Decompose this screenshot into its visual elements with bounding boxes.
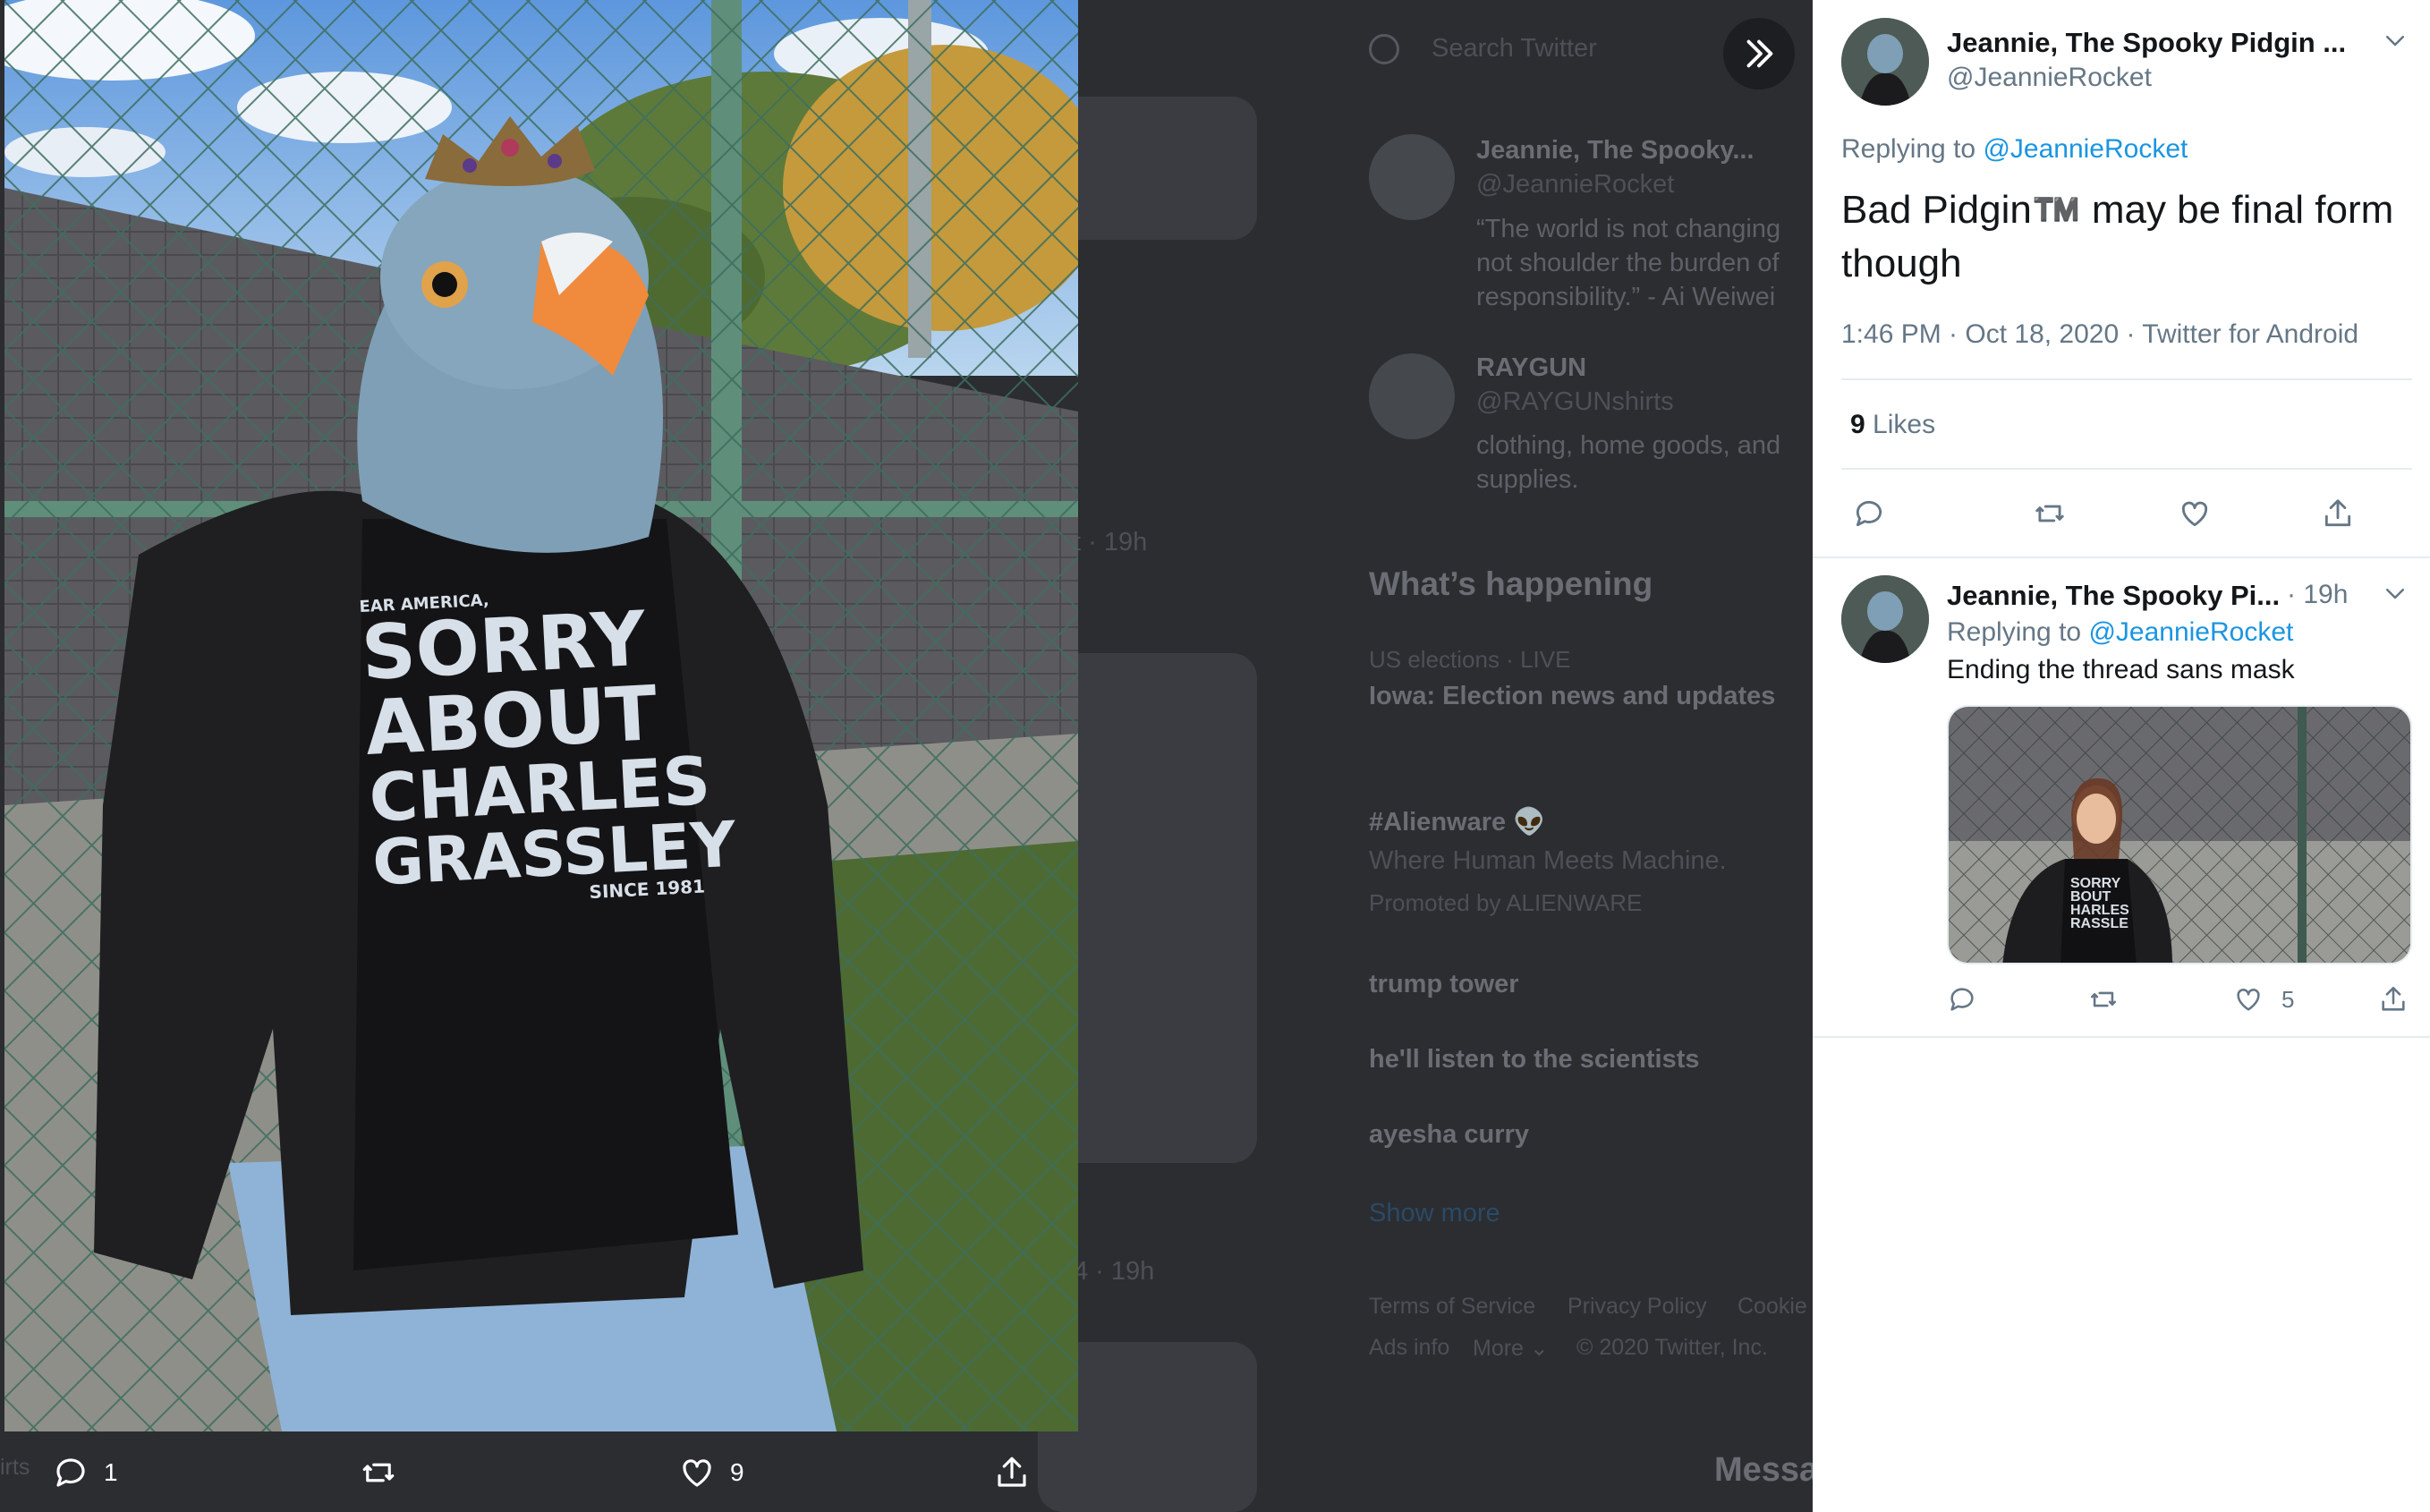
reply-count: 1 [104,1458,118,1486]
retweet-button[interactable] [2033,497,2067,531]
reply-button[interactable]: 1 [52,1448,118,1498]
replying-to: Replying to @JeannieRocket [1947,617,2293,648]
follow-suggestion-handle: @RAYGUNshirts [1476,387,1674,416]
retweet-icon [2090,991,2117,1007]
follow-suggestion-bio: clothing, home goods, and [1476,431,1781,460]
like-button[interactable]: 5 [2233,984,2294,1015]
likes-count: 9 [1850,410,1865,439]
avatar[interactable] [1841,18,1929,106]
reply-media-photo[interactable]: SORRY BOUT HARLES RASSLE [1947,705,2412,964]
trend-title[interactable]: #Alienware 👽 [1369,807,1545,837]
trend-title[interactable]: he'll listen to the scientists [1369,1045,1699,1075]
reply-button[interactable] [1947,984,1977,1015]
shirt-line: RASSLE [2070,916,2128,931]
timeline-meta: 4 · 19h [1074,1257,1155,1286]
search-icon [1369,34,1399,64]
trend-context: US elections · LIVE [1369,646,1571,673]
footer-link[interactable]: Cookie [1738,1294,1807,1320]
whats-happening-title: What’s happening [1369,565,1653,602]
share-button[interactable] [2378,984,2409,1015]
retweet-button[interactable] [360,1448,397,1498]
like-button[interactable] [2178,497,2212,531]
woman-in-shirt-photo [1949,707,2410,963]
follow-suggestion-bio: supplies. [1476,465,1579,494]
footer-link[interactable]: Privacy Policy [1568,1294,1707,1320]
media-action-bar: 1 9 [0,1431,1078,1512]
messages-drawer[interactable]: Messa [1714,1451,1813,1490]
author-handle[interactable]: @JeannieRocket [1947,63,2152,93]
retweet-icon [362,1463,395,1482]
media-photo[interactable]: EAR AMERICA, SORRY ABOUT CHARLES GRASSLE… [4,0,1078,1431]
shirt-line: BOUT [2070,889,2111,905]
chevron-down-icon[interactable] [2382,27,2409,54]
trend-subtitle: Where Human Meets Machine. [1369,846,1727,875]
avatar[interactable] [1369,134,1455,220]
conversation-panel: Jeannie, The Spooky Pidgin ... @JeannieR… [1813,0,2430,1512]
shirt-line: SORRY [2070,876,2121,891]
retweet-button[interactable] [2088,984,2119,1015]
share-icon [2382,986,2405,1011]
footer-link[interactable]: Ads info [1369,1335,1449,1361]
follow-suggestion-handle: @JeannieRocket [1476,170,1675,199]
replying-to: Replying to @JeannieRocket [1841,134,2188,165]
follow-suggestion-bio: “The world is not changing [1476,215,1781,243]
search-input[interactable]: Search Twitter [1432,34,1597,64]
reply-photo-shirt-print: SORRY BOUT HARLES RASSLE [2070,876,2129,931]
follow-suggestion-bio: not shoulder the burden of [1476,249,1780,277]
replying-handle-link[interactable]: @JeannieRocket [1983,134,2188,164]
follow-suggestion-name[interactable]: RAYGUN [1476,353,1586,383]
retweet-icon [2035,505,2064,522]
avatar-image [1841,575,1929,663]
likes-stat[interactable]: 9 Likes [1850,410,1935,440]
avatar-image [1841,18,1929,106]
divider [1813,556,2430,558]
promoted-label: Promoted by ALIENWARE [1369,889,1643,916]
author-name[interactable]: Jeannie, The Spooky Pi... [1947,580,2280,612]
reply-icon [1950,988,1974,1011]
footer-link[interactable]: More ⌄ [1473,1335,1549,1362]
divider [1813,1036,2430,1038]
reply-button[interactable] [1852,497,1886,531]
author-name[interactable]: Jeannie, The Spooky Pidgin ... [1947,27,2346,59]
timeline-meta: t · 19h [1074,528,1148,556]
replying-handle-link[interactable]: @JeannieRocket [2088,617,2293,647]
shirt-print: EAR AMERICA, SORRY ABOUT CHARLES GRASSLE… [359,582,737,912]
like-count: 5 [2281,985,2295,1013]
show-more-link[interactable]: Show more [1369,1199,1500,1228]
heart-icon [2181,501,2208,527]
avatar[interactable] [1369,353,1455,439]
footer-link[interactable]: Terms of Service [1369,1294,1535,1320]
like-count: 9 [730,1458,744,1486]
heart-icon [683,1459,711,1487]
reply-icon [1856,500,1882,527]
tweet-text: Bad Pidgin™️ may be final form though [1841,188,2394,285]
collapse-panel-button[interactable] [1723,18,1795,89]
chevron-down-icon[interactable] [2382,580,2409,607]
like-button[interactable]: 9 [678,1448,744,1498]
shirt-line: HARLES [2070,903,2129,918]
heart-icon [2237,989,2260,1011]
avatar[interactable] [1841,575,1929,663]
divider [1841,468,2412,470]
share-button[interactable] [2321,497,2355,531]
replying-prefix: Replying to [1841,134,1976,164]
replying-prefix: Replying to [1947,617,2082,647]
double-chevron-right-icon [1746,39,1773,68]
share-button[interactable] [993,1448,1031,1498]
tweet-time[interactable]: · 19h [2287,580,2348,610]
tweet-text: Ending the thread sans mask [1947,655,2295,684]
search-box[interactable]: Search Twitter [1369,27,1745,72]
share-icon [998,1457,1026,1487]
share-icon [2324,499,2351,527]
divider [1841,378,2412,380]
tweet-meta[interactable]: 1:46 PM · Oct 18, 2020 · Twitter for And… [1841,319,2358,350]
follow-suggestion-name[interactable]: Jeannie, The Spooky... [1476,136,1755,166]
likes-label: Likes [1873,410,1936,439]
trend-title[interactable]: trump tower [1369,970,1519,999]
trend-title[interactable]: Iowa: Election news and updates [1369,682,1775,711]
reply-icon [56,1458,85,1487]
follow-suggestion-bio: responsibility.” - Ai Weiwei [1476,283,1776,311]
trend-title[interactable]: ayesha curry [1369,1120,1529,1150]
footer-copyright: © 2020 Twitter, Inc. [1576,1335,1768,1360]
